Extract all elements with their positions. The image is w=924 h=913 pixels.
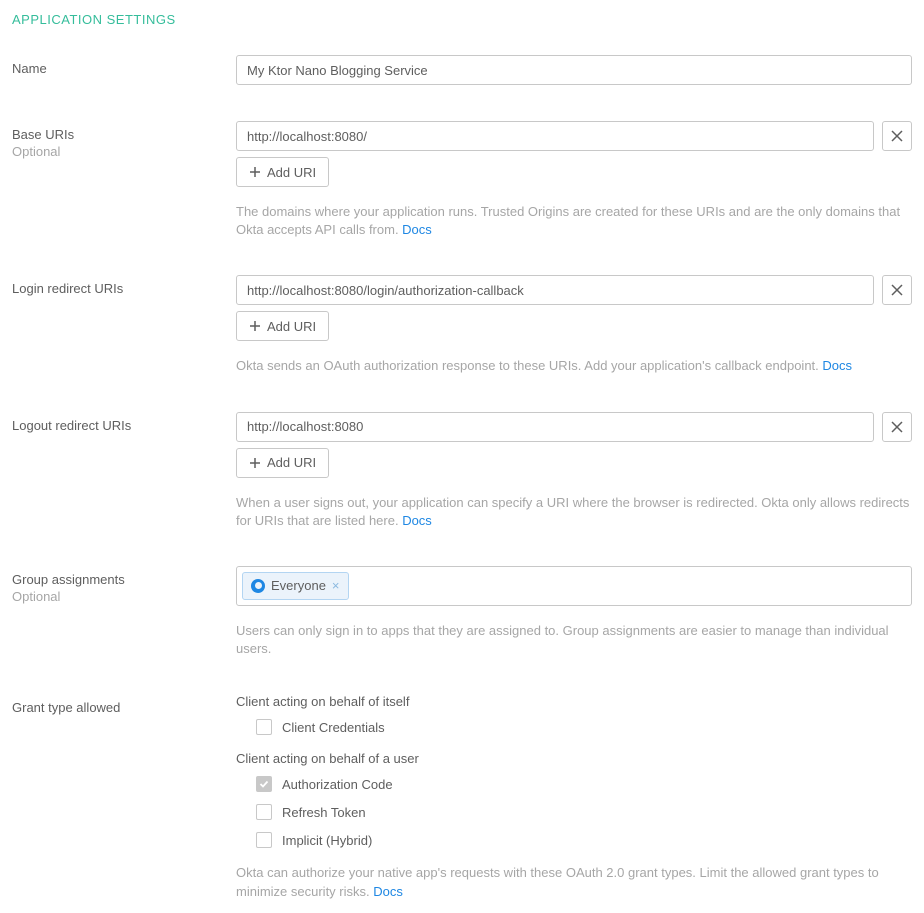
login-uri-input[interactable] bbox=[236, 275, 874, 305]
grant-heading-itself: Client acting on behalf of itself bbox=[236, 694, 912, 709]
client-credentials-label: Client Credentials bbox=[282, 720, 385, 735]
section-title: APPLICATION SETTINGS bbox=[12, 12, 912, 27]
base-uris-help: The domains where your application runs.… bbox=[236, 203, 912, 239]
form-row-login-uris: Login redirect URIs Add URI Okta sends a… bbox=[12, 275, 912, 375]
remove-logout-uri-button[interactable] bbox=[882, 412, 912, 442]
authorization-code-checkbox[interactable] bbox=[256, 776, 272, 792]
close-icon bbox=[891, 284, 903, 296]
form-row-grant: Grant type allowed Client acting on beha… bbox=[12, 694, 912, 900]
close-icon bbox=[891, 130, 903, 142]
add-logout-uri-button[interactable]: Add URI bbox=[236, 448, 329, 478]
form-row-groups: Group assignments Optional Everyone × Us… bbox=[12, 566, 912, 658]
login-uris-help: Okta sends an OAuth authorization respon… bbox=[236, 357, 912, 375]
form-row-logout-uris: Logout redirect URIs Add URI When a user… bbox=[12, 412, 912, 530]
add-base-uri-button[interactable]: Add URI bbox=[236, 157, 329, 187]
remove-login-uri-button[interactable] bbox=[882, 275, 912, 305]
plus-icon bbox=[249, 320, 261, 332]
plus-icon bbox=[249, 166, 261, 178]
okta-icon bbox=[251, 579, 265, 593]
grant-heading-user: Client acting on behalf of a user bbox=[236, 751, 912, 766]
login-uri-row bbox=[236, 275, 912, 305]
check-icon bbox=[259, 779, 269, 789]
base-uris-label: Base URIs bbox=[12, 127, 236, 142]
base-uris-docs-link[interactable]: Docs bbox=[402, 222, 432, 237]
groups-optional: Optional bbox=[12, 589, 236, 604]
logout-uris-label: Logout redirect URIs bbox=[12, 418, 236, 433]
login-uris-docs-link[interactable]: Docs bbox=[822, 358, 852, 373]
checkbox-row-implicit-hybrid: Implicit (Hybrid) bbox=[236, 832, 912, 848]
base-uri-input[interactable] bbox=[236, 121, 874, 151]
logout-uris-help: When a user signs out, your application … bbox=[236, 494, 912, 530]
groups-input[interactable]: Everyone × bbox=[236, 566, 912, 606]
logout-uri-row bbox=[236, 412, 912, 442]
authorization-code-label: Authorization Code bbox=[282, 777, 393, 792]
groups-help: Users can only sign in to apps that they… bbox=[236, 622, 912, 658]
checkbox-row-authorization-code: Authorization Code bbox=[236, 776, 912, 792]
client-credentials-checkbox[interactable] bbox=[256, 719, 272, 735]
grant-docs-link[interactable]: Docs bbox=[373, 884, 403, 899]
add-uri-label: Add URI bbox=[267, 319, 316, 334]
remove-group-tag[interactable]: × bbox=[332, 579, 340, 592]
checkbox-row-refresh-token: Refresh Token bbox=[236, 804, 912, 820]
refresh-token-label: Refresh Token bbox=[282, 805, 366, 820]
grant-help: Okta can authorize your native app's req… bbox=[236, 864, 912, 900]
group-tag-everyone: Everyone × bbox=[242, 572, 349, 600]
add-login-uri-button[interactable]: Add URI bbox=[236, 311, 329, 341]
name-input[interactable] bbox=[236, 55, 912, 85]
logout-uri-input[interactable] bbox=[236, 412, 874, 442]
group-tag-label: Everyone bbox=[271, 578, 326, 593]
close-icon bbox=[891, 421, 903, 433]
form-row-base-uris: Base URIs Optional Add URI The domains w… bbox=[12, 121, 912, 239]
add-uri-label: Add URI bbox=[267, 165, 316, 180]
base-uris-optional: Optional bbox=[12, 144, 236, 159]
groups-label: Group assignments bbox=[12, 572, 236, 587]
grant-label: Grant type allowed bbox=[12, 700, 236, 715]
login-uris-label: Login redirect URIs bbox=[12, 281, 236, 296]
implicit-hybrid-checkbox[interactable] bbox=[256, 832, 272, 848]
remove-base-uri-button[interactable] bbox=[882, 121, 912, 151]
checkbox-row-client-credentials: Client Credentials bbox=[236, 719, 912, 735]
plus-icon bbox=[249, 457, 261, 469]
refresh-token-checkbox[interactable] bbox=[256, 804, 272, 820]
form-row-name: Name bbox=[12, 55, 912, 85]
add-uri-label: Add URI bbox=[267, 455, 316, 470]
implicit-hybrid-label: Implicit (Hybrid) bbox=[282, 833, 372, 848]
logout-uris-docs-link[interactable]: Docs bbox=[402, 513, 432, 528]
base-uri-row bbox=[236, 121, 912, 151]
name-label: Name bbox=[12, 61, 236, 76]
